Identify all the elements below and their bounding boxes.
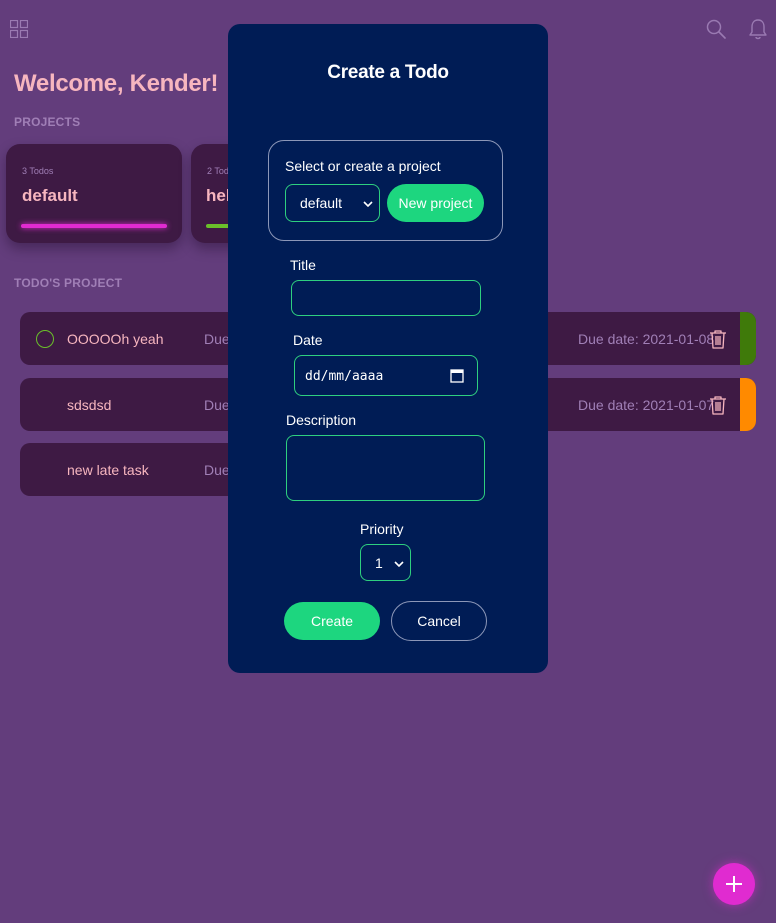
chevron-down-icon bbox=[394, 561, 404, 567]
priority-label: Priority bbox=[360, 521, 404, 537]
todo-complete-checkbox[interactable] bbox=[36, 330, 54, 348]
add-todo-button[interactable] bbox=[713, 863, 755, 905]
trash-icon[interactable] bbox=[709, 329, 727, 349]
search-icon[interactable] bbox=[706, 19, 726, 39]
todo-row-actions[interactable]: Due date: 2021-01-07 bbox=[547, 378, 756, 431]
welcome-heading: Welcome, Kender! bbox=[14, 70, 219, 97]
project-card-default[interactable]: 3 Todos default bbox=[6, 144, 182, 243]
priority-indicator bbox=[740, 312, 756, 365]
todo-row[interactable]: OOOOOh yeah Due date: 2021-01-08 bbox=[20, 312, 230, 365]
todo-due-date: Due date: 2021-01-08 bbox=[578, 331, 715, 347]
todo-row[interactable]: new late task Due date: 2021-01-05 bbox=[20, 443, 230, 496]
description-textarea[interactable] bbox=[286, 435, 485, 501]
project-select[interactable]: default bbox=[285, 184, 380, 222]
title-label: Title bbox=[290, 257, 316, 273]
plus-icon bbox=[726, 876, 742, 892]
project-name: default bbox=[22, 186, 78, 205]
trash-icon[interactable] bbox=[709, 395, 727, 415]
priority-select-value: 1 bbox=[375, 554, 383, 571]
calendar-icon[interactable] bbox=[450, 368, 464, 383]
priority-select[interactable]: 1 bbox=[360, 544, 411, 581]
bell-icon[interactable] bbox=[748, 18, 768, 40]
date-placeholder: dd/mm/aaaa bbox=[305, 369, 384, 384]
grid-icon[interactable] bbox=[10, 20, 28, 38]
todo-due-date: Due date: 2021-01-08 bbox=[204, 331, 230, 347]
todo-due-date: Due date: 2021-01-07 bbox=[204, 397, 230, 413]
todo-due-date: Due date: 2021-01-05 bbox=[204, 462, 230, 478]
priority-indicator bbox=[740, 378, 756, 431]
create-button[interactable]: Create bbox=[284, 602, 380, 640]
todo-title: OOOOOh yeah bbox=[67, 331, 164, 347]
description-label: Description bbox=[286, 412, 357, 428]
chevron-down-icon bbox=[363, 201, 373, 207]
projects-section-label: PROJECTS bbox=[14, 115, 81, 129]
modal-title: Create a Todo bbox=[327, 62, 449, 83]
project-progress-bar bbox=[21, 224, 167, 228]
new-project-button[interactable]: New project bbox=[387, 184, 484, 222]
project-todo-count: 3 Todos bbox=[22, 166, 54, 176]
todo-row[interactable]: sdsdsd Due date: 2021-01-07 bbox=[20, 378, 230, 431]
project-select-group: Select or create a project default New p… bbox=[268, 140, 503, 241]
todo-title: new late task bbox=[67, 462, 149, 478]
todo-due-date: Due date: 2021-01-07 bbox=[578, 397, 715, 413]
title-input[interactable] bbox=[291, 280, 481, 316]
project-select-value: default bbox=[300, 195, 343, 211]
todo-row-actions[interactable]: Due date: 2021-01-08 bbox=[547, 312, 756, 365]
project-prompt-label: Select or create a project bbox=[285, 158, 441, 174]
date-label: Date bbox=[293, 332, 323, 348]
date-input[interactable]: dd/mm/aaaa bbox=[294, 355, 478, 396]
create-todo-modal: Create a Todo Select or create a project… bbox=[228, 24, 548, 673]
todos-section-label: TODO'S PROJECT bbox=[14, 276, 123, 290]
todo-title: sdsdsd bbox=[67, 397, 112, 413]
cancel-button[interactable]: Cancel bbox=[391, 601, 487, 641]
